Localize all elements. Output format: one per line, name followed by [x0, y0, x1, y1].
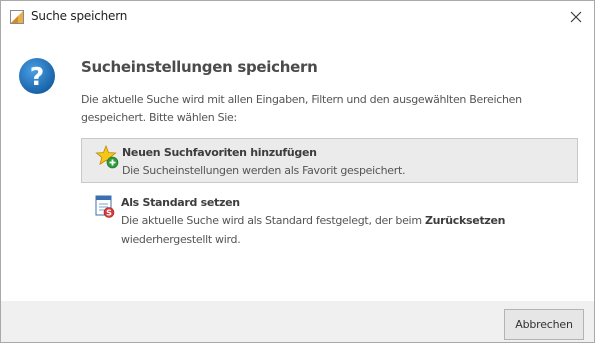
close-icon [570, 11, 582, 23]
dialog-window: Suche speichern ? Sucheinstellungen spei… [0, 0, 595, 343]
option-set-standard[interactable]: S Als Standard setzen Die aktuelle Suche… [81, 191, 578, 249]
dialog-footer: Abbrechen [1, 301, 594, 342]
option-description: Die Sucheinstellungen werden als Favorit… [122, 164, 406, 177]
close-button[interactable] [558, 1, 594, 33]
svg-text:?: ? [30, 62, 45, 91]
question-icon: ? [19, 58, 55, 94]
option-title: Neuen Suchfavoriten hinzufügen [122, 146, 317, 159]
cancel-button[interactable]: Abbrechen [504, 309, 584, 340]
svg-text:S: S [106, 209, 112, 218]
option-description-part: Die aktuelle Suche wird als Standard fes… [121, 214, 425, 227]
star-add-icon [95, 145, 119, 169]
dialog-heading: Sucheinstellungen speichern [81, 58, 318, 76]
title-bar: Suche speichern [1, 1, 594, 33]
window-title: Suche speichern [31, 9, 128, 23]
option-description-bold: Zurücksetzen [424, 214, 506, 227]
document-icon [10, 10, 24, 24]
dialog-description: Die aktuelle Suche wird mit allen Eingab… [81, 93, 522, 124]
standard-document-icon: S [95, 195, 115, 218]
option-add-favorite[interactable]: Neuen Suchfavoriten hinzufügen Die Suche… [81, 138, 578, 183]
option-description: Die aktuelle Suche wird als Standard fes… [121, 211, 541, 249]
option-title: Als Standard setzen [121, 196, 240, 209]
option-description-part: wiederhergestellt wird. [121, 233, 241, 246]
